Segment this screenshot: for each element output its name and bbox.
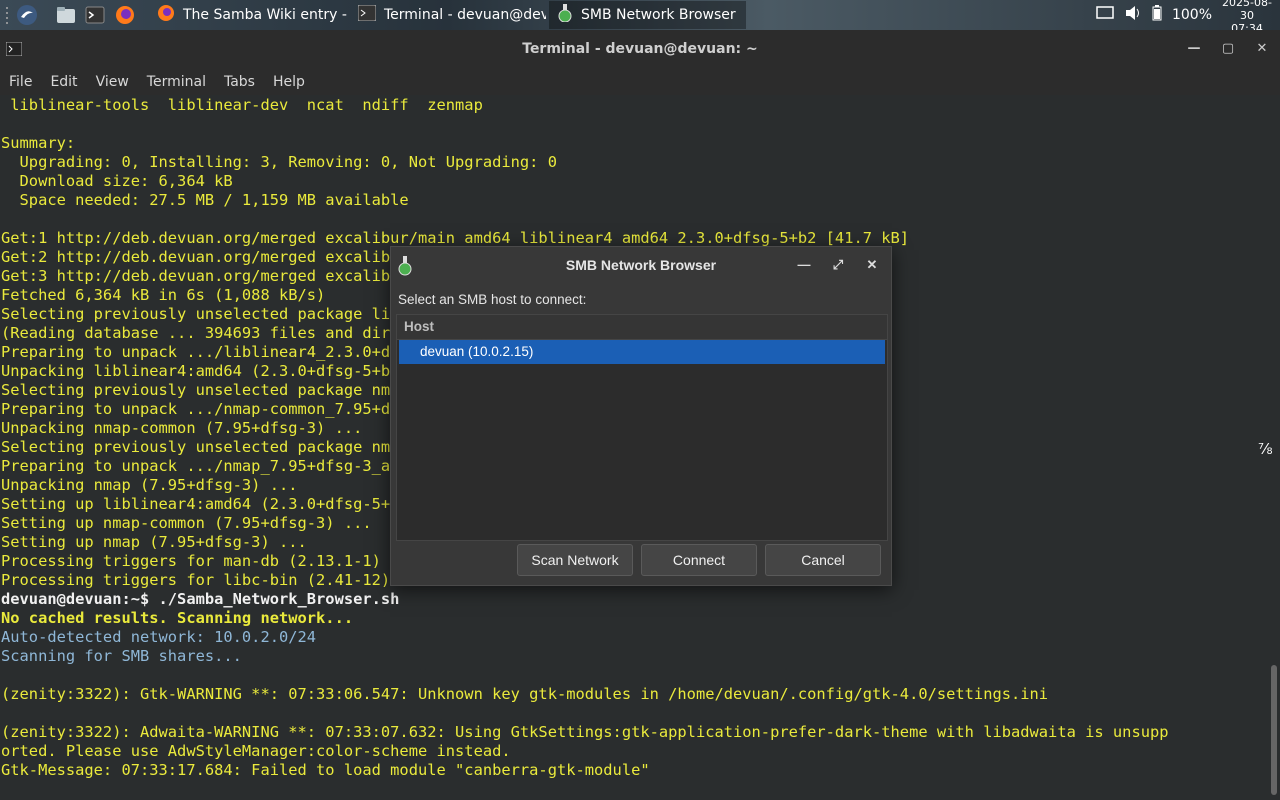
- terminal-line: Space needed: 27.5 MB / 1,159 MB availab…: [1, 191, 409, 209]
- terminal-line: Setting up nmap-common (7.95+dfsg-3) ...: [1, 514, 372, 532]
- task-smb-browser[interactable]: SMB Network Browser: [549, 1, 746, 29]
- firefox-launcher-icon[interactable]: [114, 4, 136, 26]
- terminal-line: Processing triggers for libc-bin (2.41-1…: [1, 571, 428, 589]
- terminal-line: orted. Please use AdwStyleManager:color-…: [1, 742, 511, 760]
- system-tray: 100% 2025-08-30 07:34: [1096, 0, 1280, 35]
- terminal-line: Selecting previously unselected package …: [1, 438, 418, 456]
- terminal-line: Summary:: [1, 134, 76, 152]
- file-manager-icon[interactable]: [55, 4, 77, 26]
- task-label: Terminal - devuan@devu...: [384, 7, 546, 23]
- volume-icon[interactable]: [1124, 5, 1142, 25]
- terminal-line: Unpacking nmap (7.95+dfsg-3) ...: [1, 476, 298, 494]
- host-row-selected[interactable]: devuan (10.0.2.15): [399, 340, 885, 364]
- menu-file[interactable]: File: [0, 74, 41, 90]
- cancel-button[interactable]: Cancel: [765, 544, 881, 576]
- clock-date: 2025-08-30: [1222, 0, 1272, 22]
- terminal-line: Unpacking liblinear4:amd64 (2.3.0+dfsg-5…: [1, 362, 446, 380]
- firefox-icon: [157, 4, 175, 26]
- terminal-line: liblinear-tools liblinear-dev ncat ndiff…: [1, 96, 483, 114]
- scrollbar-thumb[interactable]: [1271, 665, 1277, 795]
- mouse-cursor-icon: ⅞: [1258, 440, 1273, 458]
- menu-tabs[interactable]: Tabs: [215, 74, 264, 90]
- dialog-maximize-button[interactable]: ⤢: [830, 257, 846, 273]
- scan-network-button[interactable]: Scan Network: [517, 544, 633, 576]
- terminal-launcher-icon[interactable]: [84, 4, 106, 26]
- dialog-minimize-button[interactable]: —: [796, 257, 812, 273]
- task-firefox[interactable]: The Samba Wiki entry - P...: [149, 1, 347, 29]
- taskbar: The Samba Wiki entry - P... Terminal - d…: [0, 0, 1280, 35]
- connect-button[interactable]: Connect: [641, 544, 757, 576]
- dialog-close-button[interactable]: ✕: [864, 257, 880, 273]
- terminal-window-icon: [5, 41, 23, 60]
- column-label: Host: [404, 319, 434, 334]
- terminal-line: Unpacking nmap-common (7.95+dfsg-3) ...: [1, 419, 363, 437]
- zenity-icon: [557, 4, 573, 26]
- task-label: The Samba Wiki entry - P...: [183, 7, 347, 23]
- terminal-icon: [357, 4, 377, 25]
- terminal-menubar: File Edit View Terminal Tabs Help: [0, 68, 1280, 95]
- host-list[interactable]: Host devuan (10.0.2.15): [396, 314, 888, 541]
- battery-percentage: 100%: [1171, 7, 1212, 23]
- smb-browser-dialog: SMB Network Browser — ⤢ ✕ Select an SMB …: [390, 246, 892, 586]
- menu-edit[interactable]: Edit: [41, 74, 86, 90]
- terminal-line: No cached results. Scanning network...: [1, 609, 354, 627]
- close-button[interactable]: ✕: [1253, 40, 1271, 58]
- maximize-button[interactable]: ▢: [1219, 40, 1237, 58]
- terminal-line: Auto-detected network: 10.0.2.0/24: [1, 628, 317, 646]
- terminal-line: Processing triggers for man-db (2.13.1-1…: [1, 552, 418, 570]
- terminal-line: (zenity:3322): Gtk-WARNING **: 07:33:06.…: [1, 685, 1049, 703]
- devuan-menu-icon[interactable]: [16, 4, 38, 26]
- menu-terminal[interactable]: Terminal: [138, 74, 215, 90]
- terminal-line: Upgrading: 0, Installing: 3, Removing: 0…: [1, 153, 557, 171]
- zenity-icon: [397, 256, 413, 279]
- display-icon[interactable]: [1096, 6, 1114, 24]
- dialog-titlebar[interactable]: SMB Network Browser — ⤢ ✕: [391, 247, 891, 283]
- terminal-line: Download size: 6,364 kB: [1, 172, 233, 190]
- menu-help[interactable]: Help: [264, 74, 314, 90]
- terminal-line: devuan@devuan:~$ ./Samba_Network_Browser…: [1, 590, 400, 608]
- battery-icon[interactable]: [1152, 5, 1162, 25]
- window-title: Terminal - devuan@devuan: ~: [522, 41, 758, 57]
- host-label: devuan (10.0.2.15): [420, 344, 534, 359]
- task-terminal[interactable]: Terminal - devuan@devu...: [350, 1, 546, 29]
- terminal-line: Fetched 6,364 kB in 6s (1,088 kB/s): [1, 286, 326, 304]
- terminal-line: Setting up liblinear4:amd64 (2.3.0+dfsg-…: [1, 495, 456, 513]
- menu-view[interactable]: View: [87, 74, 138, 90]
- host-column-header[interactable]: Host: [397, 315, 887, 340]
- terminal-line: Gtk-Message: 07:33:17.684: Failed to loa…: [1, 761, 650, 779]
- task-label: SMB Network Browser: [581, 7, 736, 23]
- terminal-line: (zenity:3322): Adwaita-WARNING **: 07:33…: [1, 723, 1169, 741]
- panel-handle-icon: [2, 4, 12, 26]
- minimize-button[interactable]: —: [1185, 40, 1203, 58]
- terminal-titlebar[interactable]: Terminal - devuan@devuan: ~ — ▢ ✕: [0, 30, 1280, 68]
- terminal-line: Scanning for SMB shares...: [1, 647, 242, 665]
- terminal-line: Setting up nmap (7.95+dfsg-3) ...: [1, 533, 307, 551]
- dialog-prompt: Select an SMB host to connect:: [398, 292, 587, 307]
- dialog-title: SMB Network Browser: [565, 257, 717, 273]
